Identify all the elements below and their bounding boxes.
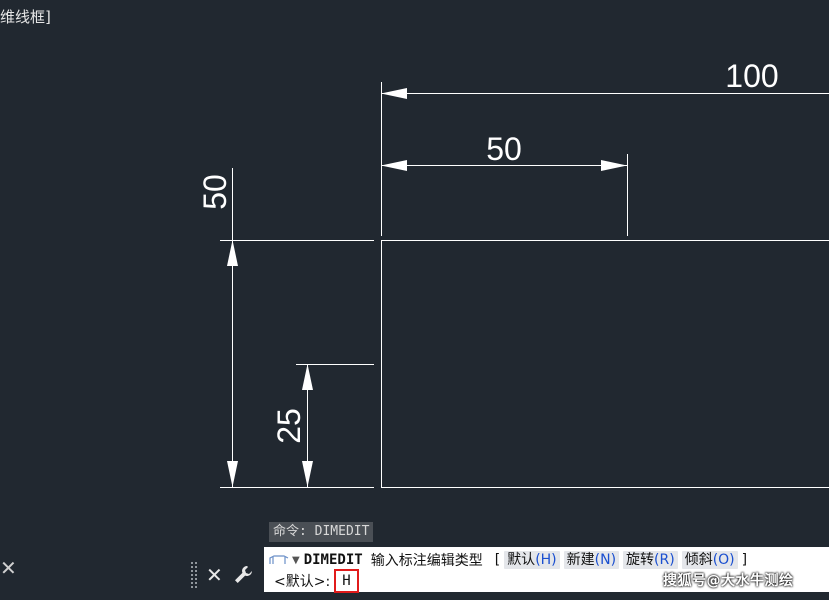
drawing-viewport[interactable]: 维线框] 100 50 50 25 [0,0,829,600]
option-open-bracket: [ [494,552,501,568]
command-name: DIMEDIT [303,552,363,568]
drawing-canvas[interactable]: 100 50 50 25 [0,0,829,600]
option-new[interactable]: 新建(N) [563,551,620,569]
command-line-toolbar: ✕ [186,557,264,593]
command-input[interactable]: H [334,569,359,593]
close-icon[interactable]: ✕ [0,556,17,580]
dimension-text-100: 100 [725,58,778,94]
command-history-line: 命令: DIMEDIT [269,522,374,542]
wrench-icon[interactable] [232,563,256,592]
watermark: 搜狐号@大水牛测绘 [663,573,794,589]
dimension-text-50-horizontal: 50 [486,131,522,167]
close-icon[interactable]: ✕ [206,563,223,587]
option-close-bracket: ] [741,552,748,568]
option-default[interactable]: 默认(H) [504,551,560,569]
rectangle-object[interactable] [381,240,829,488]
command-input-row: <默认>: H [274,569,359,593]
dropdown-icon[interactable]: ▼ [292,555,300,566]
dimension-top-overall[interactable]: 100 [381,58,829,236]
dimension-text-25: 25 [271,408,307,444]
grip-icon[interactable] [190,561,198,589]
dimension-text-50-vertical: 50 [197,174,233,210]
dimension-left-inner[interactable]: 25 [271,364,374,488]
default-prompt: <默认>: [274,574,331,590]
option-rotate[interactable]: 旋转(R) [623,551,678,569]
option-oblique[interactable]: 倾斜(O) [681,551,738,569]
command-icon[interactable] [268,553,290,567]
command-prompt: 输入标注编辑类型 [370,553,483,569]
command-prompt-row: ▼ DIMEDIT 输入标注编辑类型 [ 默认(H) 新建(N) 旋转(R) 倾… [268,550,749,570]
dimension-top-partial[interactable]: 50 [381,131,628,236]
